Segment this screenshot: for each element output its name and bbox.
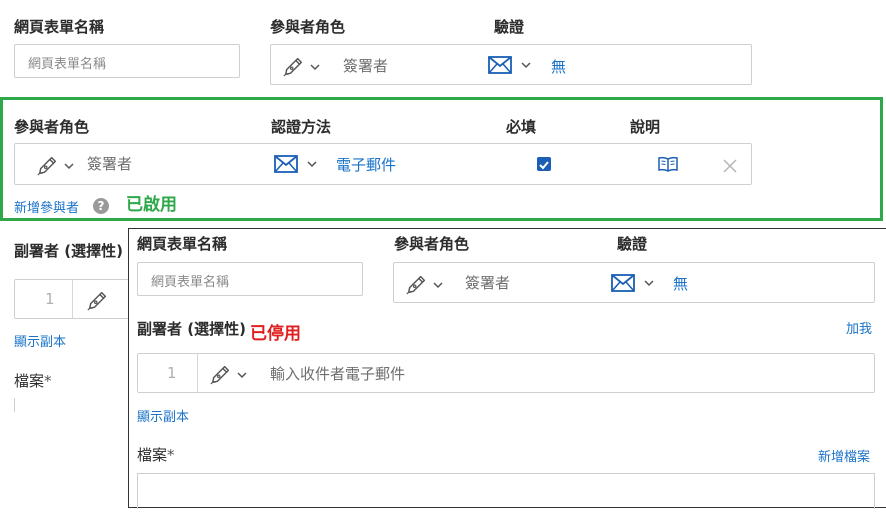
required-checkbox[interactable]: [537, 157, 551, 171]
book-open-icon[interactable]: [658, 156, 678, 172]
chevron-down-icon: [520, 59, 532, 71]
verify-value[interactable]: 無: [551, 56, 566, 77]
disabled-file-label-text: 檔案: [137, 446, 168, 464]
pen-nib-icon: [37, 154, 59, 176]
add-me-link[interactable]: 加我: [846, 318, 872, 337]
role-dropdown[interactable]: [283, 55, 323, 77]
verify-dropdown[interactable]: [488, 56, 534, 76]
form-name-input[interactable]: 網頁表單名稱: [14, 44, 240, 78]
disabled-cc-num: 1: [167, 364, 177, 382]
chevron-down-icon: [236, 369, 248, 381]
disabled-cc-role-dropdown[interactable]: [210, 363, 250, 385]
disabled-file-label: 檔案*: [137, 444, 175, 465]
chevron-down-icon: [432, 279, 444, 291]
auth-method-label: 認證方法: [271, 118, 332, 136]
checkmark-icon: [539, 161, 549, 170]
pen-nib-icon: [406, 273, 428, 295]
disabled-verify-value[interactable]: 無: [673, 273, 688, 294]
chevron-down-icon: [63, 160, 75, 172]
disabled-verify-label: 驗證: [617, 235, 648, 253]
verify-label: 驗證: [494, 18, 525, 36]
auth-method-dropdown[interactable]: [274, 155, 320, 175]
required-mark: *: [167, 446, 175, 464]
pen-nib-icon[interactable]: [87, 289, 109, 311]
disabled-participant-row: 簽署者 無: [393, 262, 875, 303]
role-value: 簽署者: [343, 57, 389, 75]
recipient-email-input[interactable]: 輸入收件者電子郵件: [270, 363, 405, 384]
behind-cc-label: 副署者 (選擇性): [14, 242, 123, 260]
disabled-form-name-input[interactable]: 網頁表單名稱: [137, 262, 363, 296]
divider: [197, 354, 198, 392]
disabled-status: 已停用: [250, 324, 301, 344]
enabled-status: 已啟用: [126, 195, 177, 215]
pen-nib-icon: [210, 363, 232, 385]
disabled-form-name-placeholder: 網頁表單名稱: [151, 275, 230, 290]
disabled-role-value: 簽署者: [465, 274, 511, 292]
required-mark: *: [44, 372, 52, 390]
close-icon[interactable]: [722, 158, 738, 174]
divider: [72, 280, 73, 318]
form-name-placeholder: 網頁表單名稱: [28, 57, 107, 72]
file-dropzone[interactable]: [137, 473, 875, 509]
enabled-role-value: 簽署者: [87, 155, 133, 173]
help-circle-icon[interactable]: ?: [93, 198, 109, 214]
add-file-link[interactable]: 新增檔案: [818, 446, 870, 465]
disabled-show-cc-link[interactable]: 顯示副本: [137, 406, 189, 425]
disabled-cc-label: 副署者 (選擇性): [137, 320, 246, 338]
required-label: 必填: [506, 118, 537, 136]
behind-file-box-edge: [14, 398, 15, 412]
pen-nib-icon: [283, 55, 305, 77]
envelope-icon: [488, 56, 512, 74]
behind-cc-num: 1: [45, 290, 55, 308]
form-name-label: 網頁表單名稱: [14, 18, 105, 36]
disabled-role-dropdown[interactable]: [406, 273, 446, 295]
envelope-icon: [611, 274, 635, 292]
chevron-down-icon: [306, 158, 318, 170]
behind-file-label: 檔案*: [14, 370, 52, 391]
envelope-icon: [274, 155, 298, 173]
enabled-role-label: 參與者角色: [14, 118, 90, 136]
role-label: 參與者角色: [270, 18, 346, 36]
add-participant-link[interactable]: 新增參與者: [14, 197, 79, 216]
disabled-verify-dropdown[interactable]: [611, 274, 657, 294]
chevron-down-icon: [643, 277, 655, 289]
disabled-panel: 網頁表單名稱 網頁表單名稱 參與者角色 驗證 簽署者 無 副署者 (選擇性) 已…: [128, 228, 886, 509]
disabled-form-name-label: 網頁表單名稱: [137, 235, 228, 253]
auth-method-value[interactable]: 電子郵件: [336, 154, 396, 175]
disabled-cc-row: 1 輸入收件者電子郵件: [137, 353, 875, 393]
disabled-role-label: 參與者角色: [394, 235, 470, 253]
description-label: 說明: [630, 118, 661, 136]
chevron-down-icon: [309, 61, 321, 73]
participant-row-enabled: 簽署者 電子郵件: [14, 143, 752, 185]
behind-file-label-text: 檔案: [14, 372, 45, 390]
participant-row-top: 簽署者 無: [270, 44, 752, 85]
enabled-role-dropdown[interactable]: [37, 154, 77, 176]
behind-show-cc-link[interactable]: 顯示副本: [14, 331, 66, 350]
